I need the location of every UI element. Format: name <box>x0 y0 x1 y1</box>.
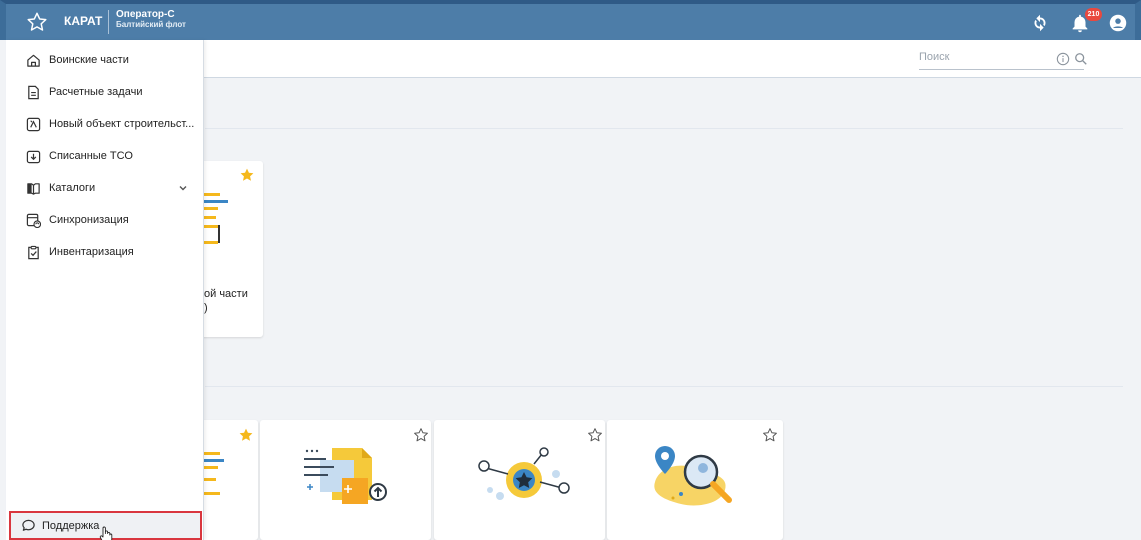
chat-bubble-icon <box>22 519 35 531</box>
favorite-star-icon[interactable] <box>239 167 255 183</box>
network-star-illustration-icon <box>478 447 570 500</box>
document-icon <box>28 85 39 99</box>
support-label: Поддержка <box>42 519 100 532</box>
section-divider <box>205 386 1123 387</box>
notification-badge: 210 <box>1085 8 1102 21</box>
download-box-icon <box>26 150 41 163</box>
sidebar-item-label: Расчетные задачи <box>49 86 143 98</box>
construction-icon <box>26 117 41 131</box>
favorite-star-icon[interactable] <box>238 427 254 443</box>
module-card[interactable] <box>260 420 431 540</box>
sidebar-item-new-construction[interactable]: Новый объект строительст... <box>6 109 203 139</box>
sidebar-item-sync[interactable]: Синхронизация <box>6 205 203 235</box>
sidebar-item-label: Каталоги <box>49 182 96 194</box>
user-role: Оператор-С <box>116 9 175 20</box>
sidebar-item-label: Синхронизация <box>49 214 129 226</box>
sync-icon[interactable] <box>1029 12 1051 34</box>
account-icon[interactable] <box>1107 12 1129 34</box>
document-illustration-icon <box>204 452 224 495</box>
sync-doc-icon <box>26 213 41 228</box>
favorite-star-outline-icon[interactable] <box>587 427 603 443</box>
file-upload-illustration-icon <box>304 448 387 504</box>
sidebar-menu: Воинские части Расчетные задачи Новый об… <box>6 40 204 540</box>
book-icon <box>27 182 40 195</box>
user-info: Оператор-С Балтийский флот <box>116 9 186 30</box>
module-card-title: ой части ) <box>204 287 248 315</box>
info-icon[interactable] <box>1056 52 1070 66</box>
content-toolbar: Поиск <box>204 40 1141 78</box>
clipboard-icon <box>28 245 39 259</box>
sidebar-item-calc-tasks[interactable]: Расчетные задачи <box>6 77 203 107</box>
map-search-illustration-icon <box>654 446 732 506</box>
user-org: Балтийский флот <box>116 20 186 29</box>
module-card[interactable] <box>434 420 605 540</box>
module-card[interactable] <box>607 420 783 540</box>
section-divider <box>205 128 1123 129</box>
sidebar-item-military-units[interactable]: Воинские части <box>6 45 203 75</box>
home-icon <box>27 54 40 67</box>
app-header: КАРАТ Оператор-С Балтийский флот 210 <box>0 0 1141 40</box>
sidebar-item-label: Воинские части <box>49 54 129 66</box>
sidebar-item-written-off[interactable]: Списанные ТСО <box>6 141 203 171</box>
card-title-line: ) <box>204 302 208 314</box>
sidebar-item-label: Новый объект строительст... <box>49 118 195 130</box>
search-icon[interactable] <box>1074 52 1088 66</box>
header-divider <box>108 10 109 34</box>
favorite-star-outline-icon[interactable] <box>413 427 429 443</box>
favorite-star-outline-icon[interactable] <box>762 427 778 443</box>
hand-pointer-icon <box>99 526 113 540</box>
sidebar-item-label: Списанные ТСО <box>49 150 133 162</box>
sidebar-item-catalogs[interactable]: Каталоги <box>6 173 203 203</box>
sidebar-item-label: Инвентаризация <box>49 246 134 258</box>
document-illustration-icon <box>204 193 228 244</box>
chevron-down-icon[interactable] <box>178 183 188 193</box>
star-icon[interactable] <box>26 11 48 33</box>
card-title-line: ой части <box>204 288 248 300</box>
sidebar-item-inventory[interactable]: Инвентаризация <box>6 237 203 267</box>
app-brand[interactable]: КАРАТ <box>64 14 102 28</box>
